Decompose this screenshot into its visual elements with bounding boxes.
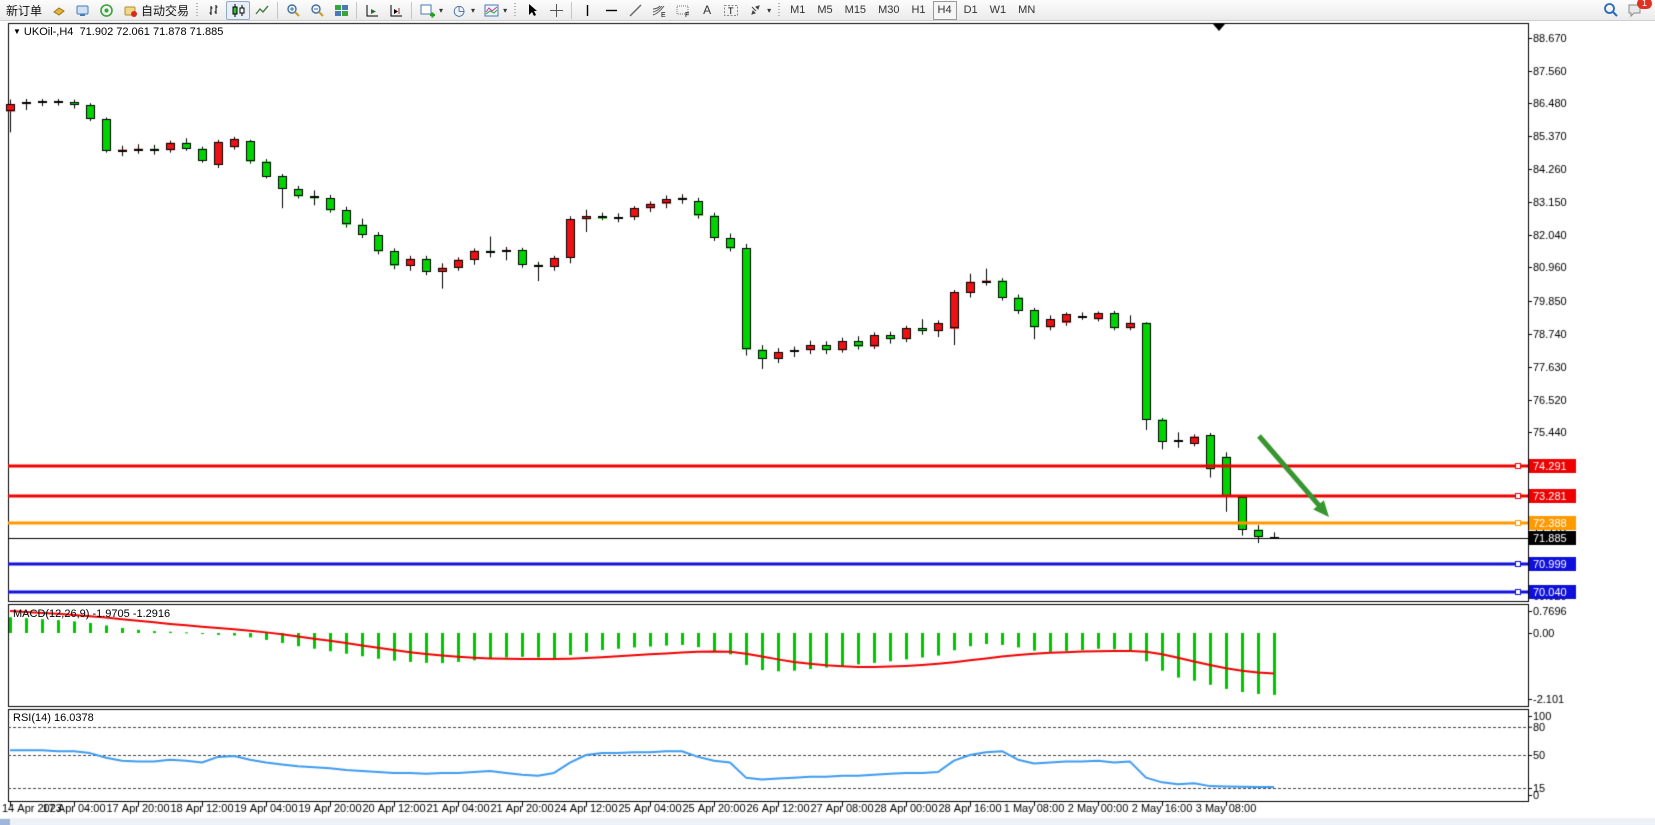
symbol-dropdown-icon: ▼ <box>13 27 21 36</box>
toolbar-right-group: 1 <box>1599 1 1647 20</box>
timeframe-button-m1[interactable]: M1 <box>785 1 810 20</box>
toolbar-separator <box>571 2 572 19</box>
zoom-in-icon <box>285 2 301 18</box>
chart-shift-button[interactable] <box>384 1 408 20</box>
cursor-icon <box>524 2 540 18</box>
new-order-button[interactable]: 新订单 <box>2 1 46 20</box>
trendline-button[interactable] <box>623 1 647 20</box>
timeframe-button-m5[interactable]: M5 <box>812 1 837 20</box>
toolbar-separator <box>277 2 278 19</box>
fibonacci-icon: E <box>651 2 667 18</box>
vertical-line-icon <box>579 2 595 18</box>
market-watch-button[interactable] <box>70 1 94 20</box>
chart-shift-icon <box>388 2 404 18</box>
crosshair-icon <box>548 2 564 18</box>
bar-chart-icon <box>206 2 222 18</box>
market-watch-icon <box>74 2 90 18</box>
zoom-out-button[interactable] <box>305 1 329 20</box>
text-button[interactable]: A <box>695 1 719 20</box>
line-chart-button[interactable] <box>250 1 274 20</box>
indicator-list-icon <box>50 2 66 18</box>
main-toolbar: 新订单 自动交易 <box>0 0 1655 21</box>
toolbar-grip <box>778 3 780 17</box>
text-label-button[interactable]: T <box>719 1 743 20</box>
new-order-label: 新订单 <box>6 2 42 19</box>
timeframe-button-h1[interactable]: H1 <box>906 1 930 20</box>
indicator-list-button[interactable] <box>46 1 70 20</box>
zoom-in-button[interactable] <box>281 1 305 20</box>
auto-scroll-button[interactable] <box>360 1 384 20</box>
chart-title: ▼UKOil-,H4 71.902 72.061 71.878 71.885 <box>13 26 223 38</box>
templates-icon <box>483 2 499 18</box>
periods-button[interactable]: ◷ ▾ <box>447 1 479 20</box>
line-chart-icon <box>254 2 270 18</box>
search-button[interactable] <box>1599 1 1623 20</box>
crosshair-button[interactable] <box>544 1 568 20</box>
cycle-lines-button[interactable]: F <box>671 1 695 20</box>
cursor-button[interactable] <box>520 1 544 20</box>
fibonacci-button[interactable]: E <box>647 1 671 20</box>
timeframe-button-m30[interactable]: M30 <box>873 1 904 20</box>
toolbar-separator <box>411 2 412 19</box>
svg-text:T: T <box>728 6 734 16</box>
toolbar-separator <box>356 2 357 19</box>
signals-button[interactable] <box>94 1 118 20</box>
auto-trading-icon <box>122 2 138 18</box>
svg-text:F: F <box>685 12 689 18</box>
clock-icon: ◷ <box>451 2 467 18</box>
timeframe-button-mn[interactable]: MN <box>1013 1 1040 20</box>
trendline-icon <box>627 2 643 18</box>
search-icon <box>1603 2 1619 18</box>
svg-text:E: E <box>661 12 666 18</box>
text-label-icon: T <box>723 2 739 18</box>
timeframe-button-d1[interactable]: D1 <box>959 1 983 20</box>
tile-windows-icon <box>333 2 349 18</box>
horizontal-line-button[interactable] <box>599 1 623 20</box>
macd-indicator-label: MACD(12,26,9) -1.9705 -1.2916 <box>13 608 170 620</box>
auto-trading-button[interactable]: 自动交易 <box>118 1 193 20</box>
auto-trading-label: 自动交易 <box>141 2 189 19</box>
toolbar-grip <box>514 3 516 17</box>
auto-scroll-icon <box>364 2 380 18</box>
dropdown-caret-icon: ▾ <box>503 6 507 15</box>
timeframe-button-w1[interactable]: W1 <box>985 1 1012 20</box>
timeframe-group: M1M5M15M30H1H4D1W1MN <box>784 1 1041 20</box>
new-chart-button[interactable]: ▾ <box>415 1 447 20</box>
chart-ohlc-values: 71.902 72.061 71.878 71.885 <box>80 26 224 38</box>
templates-button[interactable]: ▾ <box>479 1 511 20</box>
candlestick-chart-button[interactable] <box>226 1 250 20</box>
candlestick-chart-icon <box>230 2 246 18</box>
horizontal-line-icon <box>603 2 619 18</box>
chart-canvas[interactable] <box>0 0 1655 825</box>
chart-symbol-period: UKOil-,H4 <box>24 26 74 38</box>
cycle-lines-icon: F <box>675 2 691 18</box>
toolbar-grip <box>196 3 198 17</box>
dropdown-caret-icon: ▾ <box>471 6 475 15</box>
dropdown-caret-icon: ▾ <box>439 6 443 15</box>
notification-badge: 1 <box>1637 0 1652 9</box>
dropdown-caret-icon: ▾ <box>767 6 771 15</box>
arrows-button[interactable]: ▾ <box>743 1 775 20</box>
rsi-indicator-label: RSI(14) 16.0378 <box>13 712 94 724</box>
bar-chart-button[interactable] <box>202 1 226 20</box>
signals-icon <box>98 2 114 18</box>
timeframe-button-h4[interactable]: H4 <box>933 1 957 20</box>
notifications-button[interactable]: 1 <box>1623 1 1647 20</box>
arrows-icon <box>747 2 763 18</box>
text-icon: A <box>699 2 715 18</box>
tile-windows-button[interactable] <box>329 1 353 20</box>
zoom-out-icon <box>309 2 325 18</box>
timeframe-button-m15[interactable]: M15 <box>840 1 871 20</box>
new-chart-icon <box>419 2 435 18</box>
vertical-line-button[interactable] <box>575 1 599 20</box>
